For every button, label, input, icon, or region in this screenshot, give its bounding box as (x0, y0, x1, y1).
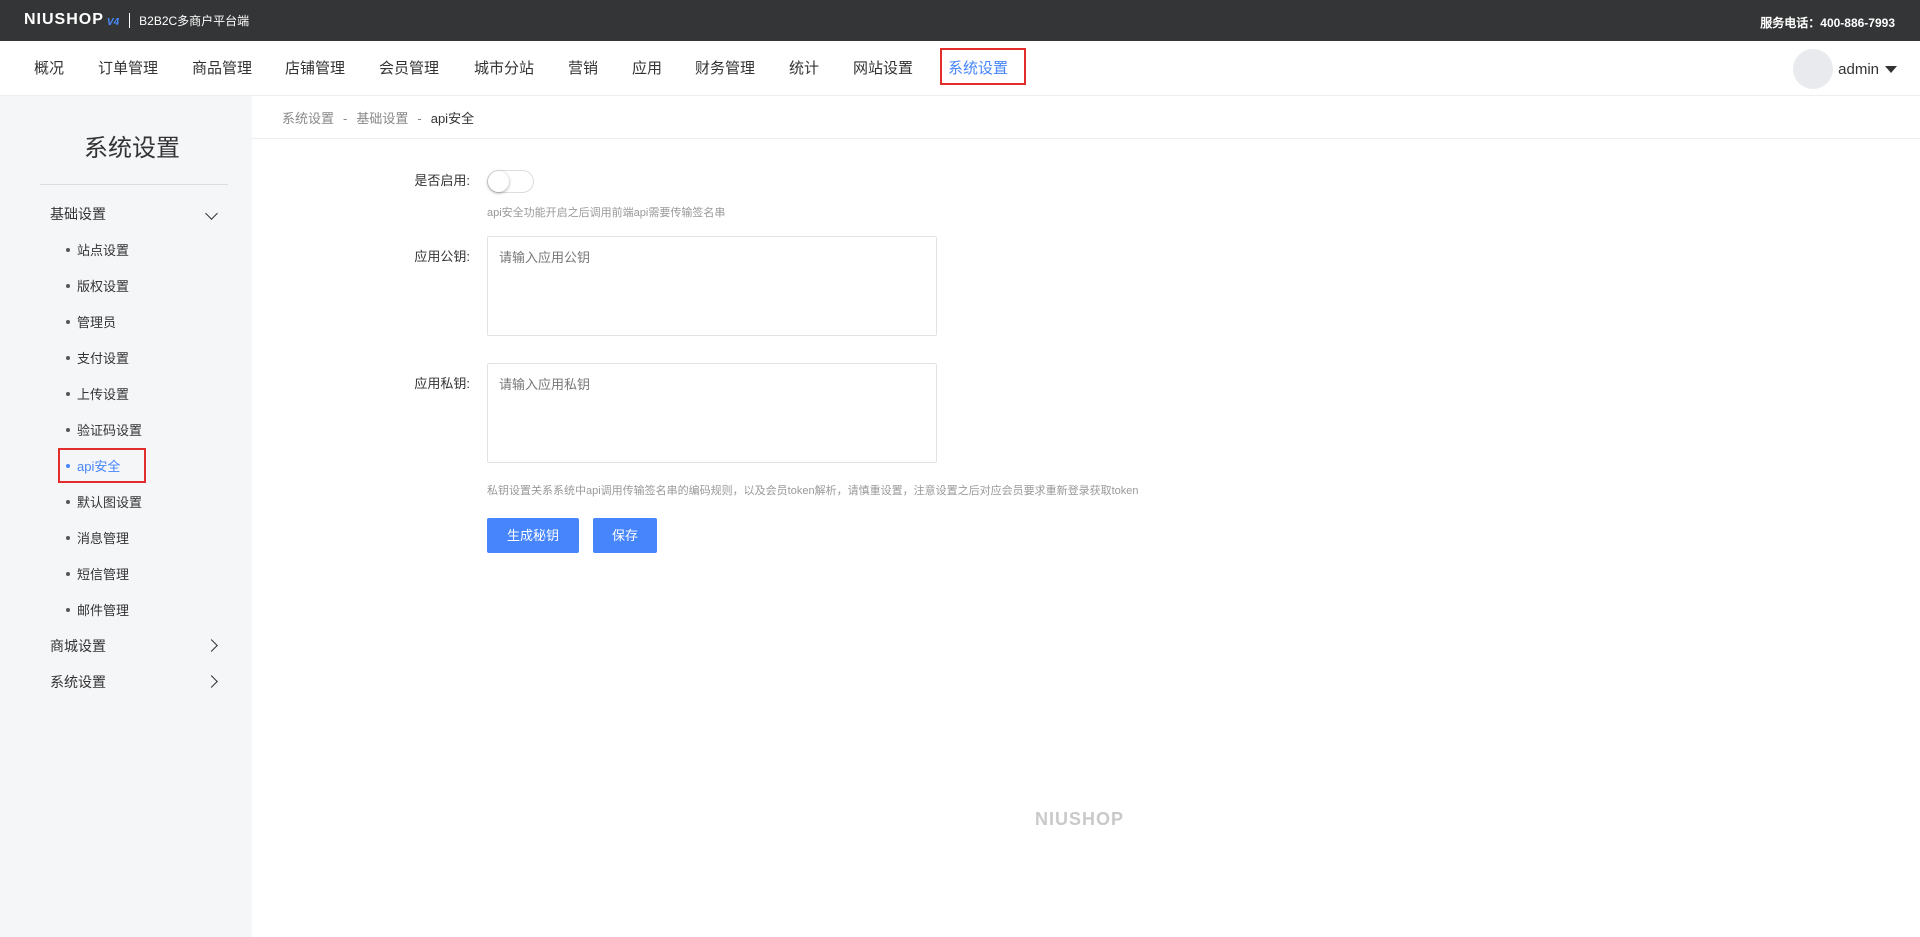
enable-switch[interactable] (487, 170, 534, 193)
main-nav: 概况 订单管理 商品管理 店铺管理 会员管理 城市分站 营销 应用 财务管理 统… (0, 41, 1920, 96)
nav-item-overview[interactable]: 概况 (34, 41, 64, 96)
private-key-input[interactable] (487, 363, 937, 463)
bullet-icon (66, 319, 70, 324)
sidebar-group-label: 商城设置 (50, 638, 106, 654)
sidebar-item-label: 默认图设置 (77, 495, 143, 510)
sidebar-item-label: 版权设置 (77, 279, 130, 294)
footer-logo: NIUSHOP (1035, 809, 1125, 829)
nav-item-orders[interactable]: 订单管理 (98, 41, 158, 96)
sidebar-highlight-box (58, 448, 146, 483)
caret-down-icon (1885, 65, 1897, 73)
sidebar-group-system[interactable]: 系统设置 (50, 672, 106, 692)
sidebar-item-captcha[interactable]: 验证码设置 (66, 420, 142, 439)
bullet-icon (66, 535, 70, 540)
sidebar-item-label: 站点设置 (77, 243, 130, 258)
nav-item-apps[interactable]: 应用 (632, 41, 662, 96)
sidebar-group-mall[interactable]: 商城设置 (50, 636, 106, 656)
top-bar: NIUSHOP V4 B2B2C多商户平台端 服务电话：400-886-7993 (0, 0, 1920, 41)
bullet-icon (66, 283, 70, 288)
sidebar-group-label: 基础设置 (50, 206, 106, 222)
brand[interactable]: NIUSHOP V4 B2B2C多商户平台端 (24, 11, 249, 29)
sidebar-item-copyright[interactable]: 版权设置 (66, 276, 129, 295)
sidebar-divider (40, 184, 228, 185)
bullet-icon (66, 355, 70, 360)
nav-item-goods[interactable]: 商品管理 (192, 41, 252, 96)
bullet-icon (66, 247, 70, 252)
chevron-right-icon[interactable] (205, 675, 218, 688)
private-key-label: 应用私钥: (414, 376, 470, 391)
brand-divider (129, 12, 131, 28)
sidebar-item-label: 上传设置 (77, 387, 130, 402)
sidebar: 系统设置 基础设置 站点设置 版权设置 管理员 支付设置 上传设置 验证码设置 … (0, 96, 252, 937)
sidebar-item-label: 管理员 (77, 315, 117, 330)
sidebar-item-default-image[interactable]: 默认图设置 (66, 492, 142, 511)
sidebar-item-label: 短信管理 (77, 567, 130, 582)
sidebar-item-admins[interactable]: 管理员 (66, 312, 116, 331)
brand-subtitle: B2B2C多商户平台端 (139, 13, 250, 28)
generate-key-button[interactable]: 生成秘钥 (487, 518, 579, 553)
user-name: admin (1838, 60, 1879, 78)
bullet-icon (66, 391, 70, 396)
sidebar-item-label: 验证码设置 (77, 423, 143, 438)
nav-highlight-box (940, 48, 1026, 85)
save-button[interactable]: 保存 (593, 518, 657, 553)
nav-item-finance[interactable]: 财务管理 (695, 41, 755, 96)
breadcrumb-current: api安全 (430, 111, 475, 126)
service-hotline: 服务电话：400-886-7993 (1760, 16, 1895, 30)
chevron-down-icon[interactable] (205, 207, 218, 220)
private-key-hint: 私钥设置关系系统中api调用传输签名串的编码规则，以及会员token解析，请慎重… (487, 485, 1139, 497)
sidebar-item-sms[interactable]: 短信管理 (66, 564, 129, 583)
breadcrumb-separator: - (343, 111, 348, 126)
breadcrumb-item-system-settings[interactable]: 系统设置 (282, 111, 334, 126)
sidebar-group-basic[interactable]: 基础设置 (50, 204, 106, 224)
nav-item-shops[interactable]: 店铺管理 (285, 41, 345, 96)
sidebar-item-messages[interactable]: 消息管理 (66, 528, 129, 547)
enable-label: 是否启用: (414, 173, 470, 188)
bullet-icon (66, 571, 70, 576)
bullet-icon (66, 607, 70, 612)
public-key-input[interactable] (487, 236, 937, 336)
breadcrumb: 系统设置 - 基础设置 - api安全 (282, 108, 474, 127)
nav-item-members[interactable]: 会员管理 (379, 41, 439, 96)
breadcrumb-separator: - (417, 111, 422, 126)
brand-logo: NIUSHOP (24, 11, 104, 28)
avatar (1793, 49, 1834, 89)
user-menu[interactable]: admin (1793, 49, 1897, 89)
sidebar-item-label: 支付设置 (77, 351, 130, 366)
nav-item-city-stations[interactable]: 城市分站 (474, 41, 534, 96)
breadcrumb-item-basic-settings[interactable]: 基础设置 (356, 111, 408, 126)
content-divider (252, 138, 1920, 139)
sidebar-item-label: 消息管理 (77, 531, 130, 546)
sidebar-title: 系统设置 (84, 135, 180, 162)
bullet-icon (66, 499, 70, 504)
switch-knob (488, 171, 509, 192)
chevron-right-icon[interactable] (205, 639, 218, 652)
nav-item-site-settings[interactable]: 网站设置 (853, 41, 913, 96)
sidebar-group-label: 系统设置 (50, 674, 106, 690)
brand-version: V4 (106, 16, 120, 28)
sidebar-item-site[interactable]: 站点设置 (66, 240, 129, 259)
nav-item-marketing[interactable]: 营销 (568, 41, 598, 96)
nav-item-statistics[interactable]: 统计 (789, 41, 819, 96)
sidebar-item-upload[interactable]: 上传设置 (66, 384, 129, 403)
sidebar-item-label: 邮件管理 (77, 603, 130, 618)
sidebar-item-payment[interactable]: 支付设置 (66, 348, 129, 367)
public-key-label: 应用公钥: (414, 249, 470, 264)
bullet-icon (66, 427, 70, 432)
sidebar-item-email[interactable]: 邮件管理 (66, 600, 129, 619)
enable-hint: api安全功能开启之后调用前端api需要传输签名串 (487, 207, 726, 219)
